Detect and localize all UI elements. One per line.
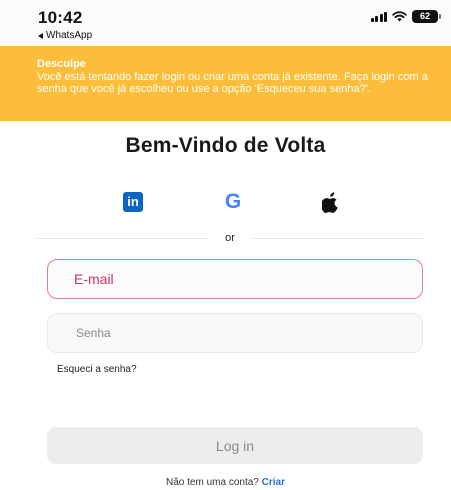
status-time: 10:42 (38, 8, 83, 27)
create-account-link[interactable]: Criar (262, 477, 285, 488)
error-banner: Desculpe Você está tentando fazer login … (0, 46, 451, 121)
back-to-app-link[interactable]: WhatsApp (38, 30, 92, 41)
google-login-button[interactable]: G (221, 190, 245, 214)
login-screen: 10:42 WhatsApp 62 Desculpe Você está ten… (0, 0, 451, 490)
page-title: Bem-Vindo de Volta (125, 134, 326, 157)
battery-icon: 62 (412, 10, 441, 23)
linkedin-login-button[interactable]: in (121, 190, 145, 214)
signup-prompt: Não tem uma conta? Criar (0, 477, 451, 488)
password-field[interactable] (47, 313, 423, 353)
battery-level: 62 (412, 10, 438, 23)
google-icon: G (224, 190, 242, 213)
linkedin-icon: in (123, 192, 143, 212)
signup-prompt-text: Não tem uma conta? (166, 477, 259, 488)
login-button[interactable]: Log in (47, 427, 423, 464)
divider-line-right (253, 238, 423, 239)
wifi-icon (392, 11, 407, 22)
or-divider: or (37, 232, 423, 246)
status-bar: 10:42 WhatsApp 62 (0, 0, 451, 46)
signal-icon (370, 11, 387, 22)
banner-title: Desculpe (37, 58, 86, 70)
apple-login-button[interactable] (319, 190, 343, 214)
status-icons: 62 (370, 10, 441, 23)
email-field[interactable] (47, 259, 423, 299)
back-arrow-icon (38, 32, 43, 39)
banner-message: Você está tentando fazer login ou criar … (37, 71, 428, 95)
forgot-password-link[interactable]: Esqueci a senha? (57, 364, 137, 375)
back-app-label: WhatsApp (46, 30, 93, 41)
apple-icon (322, 191, 338, 213)
